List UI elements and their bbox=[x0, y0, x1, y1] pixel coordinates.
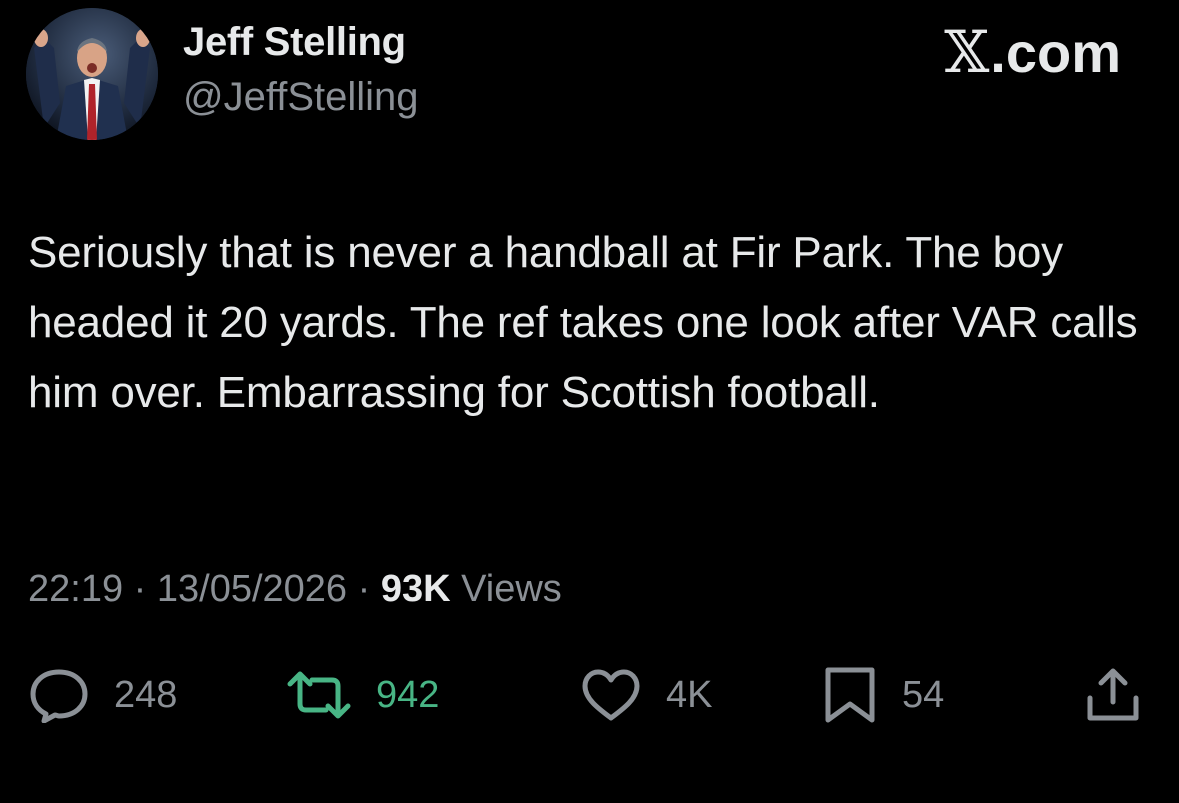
tweet-text: Seriously that is never a handball at Fi… bbox=[28, 228, 1138, 417]
avatar-photo bbox=[26, 8, 158, 140]
views-label: Views bbox=[461, 568, 562, 610]
author-handle[interactable]: @JeffStelling bbox=[183, 75, 419, 120]
share-icon bbox=[1087, 668, 1139, 721]
tweet-screenshot: Jeff Stelling @JeffStelling 𝕏 .com Serio… bbox=[0, 0, 1179, 803]
repost-count: 942 bbox=[376, 673, 440, 716]
meta-separator: · bbox=[133, 568, 147, 610]
share-button[interactable] bbox=[1084, 660, 1142, 730]
x-logo-icon: 𝕏 bbox=[944, 18, 990, 86]
bookmark-button[interactable]: 54 bbox=[822, 660, 944, 730]
tweet-time[interactable]: 22:19 bbox=[28, 568, 123, 610]
repost-button[interactable]: 942 bbox=[286, 660, 439, 730]
reply-count: 248 bbox=[114, 673, 178, 716]
reply-icon bbox=[30, 669, 88, 723]
avatar[interactable] bbox=[26, 8, 158, 140]
brand-domain-label: .com bbox=[990, 20, 1121, 84]
author-display-name[interactable]: Jeff Stelling bbox=[183, 20, 406, 65]
meta-separator: · bbox=[357, 568, 371, 610]
like-icon bbox=[582, 669, 640, 721]
like-button[interactable]: 4K bbox=[580, 660, 712, 730]
action-bar: 248 942 4K 54 bbox=[0, 660, 1179, 730]
bookmark-icon bbox=[825, 667, 875, 723]
reply-button[interactable]: 248 bbox=[28, 660, 177, 730]
repost-icon bbox=[287, 671, 351, 719]
tweet-metadata: 22:19 · 13/05/2026 · 93K Views bbox=[28, 568, 562, 611]
tweet-date[interactable]: 13/05/2026 bbox=[157, 568, 347, 610]
views-count: 93K bbox=[380, 568, 451, 610]
brand-watermark: 𝕏 .com bbox=[944, 18, 1121, 86]
like-count: 4K bbox=[666, 673, 713, 716]
bookmark-count: 54 bbox=[902, 673, 945, 716]
